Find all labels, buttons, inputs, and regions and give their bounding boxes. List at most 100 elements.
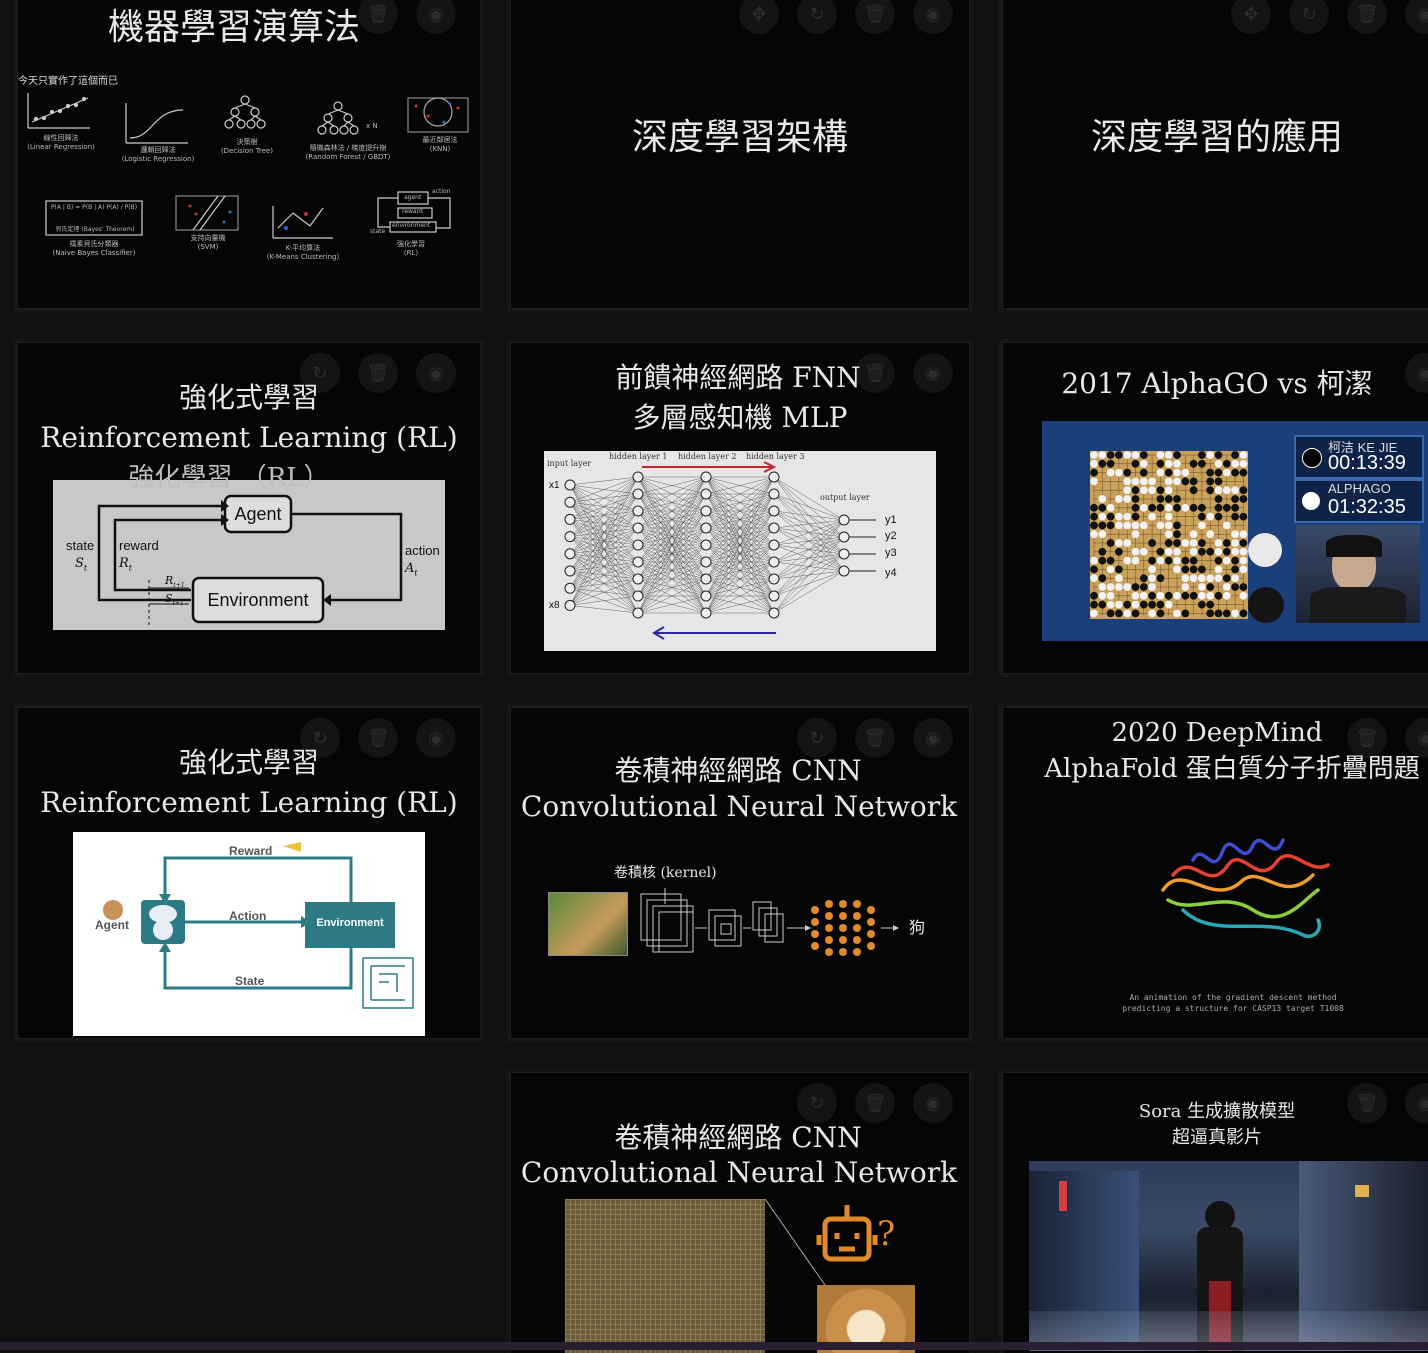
black-stone <box>1139 451 1148 459</box>
trash-icon[interactable]: 🗑 <box>1347 0 1387 34</box>
slide-title-line1: 卷積神經網路 CNN <box>614 1121 862 1154</box>
move-icon[interactable]: ✥ <box>739 0 779 34</box>
slide-3[interactable]: ✥ ↻ 🗑 ◉ 深度學習的應用 <box>1003 0 1428 308</box>
white-stone <box>1173 477 1181 486</box>
slide-overlay-text: 強化學習 （RL） <box>128 463 330 493</box>
white-stone <box>1206 591 1215 600</box>
slide-toolbar: ↻ 🗑 ◉ <box>797 718 953 758</box>
neuron <box>632 488 644 500</box>
neuron <box>768 505 780 517</box>
black-stone <box>1206 547 1215 556</box>
trash-icon[interactable]: 🗑 <box>855 718 895 758</box>
white-stone <box>1181 468 1190 477</box>
action-label: Action <box>229 909 267 923</box>
rl-diagram: Agent Environment state St reward Rt act… <box>53 480 445 630</box>
state-symbol: St <box>75 556 88 573</box>
black-stone <box>1106 556 1115 565</box>
slide-4[interactable]: ↻ 🗑 ◉ 強化式學習 Reinforcement Learning (RL) … <box>18 343 480 673</box>
black-stone <box>1106 451 1115 459</box>
eye-icon[interactable]: ◉ <box>913 718 953 758</box>
white-stone <box>1098 495 1107 503</box>
neuron <box>768 607 780 619</box>
white-stone <box>1239 556 1248 565</box>
white-stone <box>1231 530 1239 539</box>
neuron <box>700 590 712 602</box>
white-stone <box>1123 609 1132 618</box>
white-stone <box>1189 574 1198 583</box>
black-stone <box>1198 565 1206 574</box>
slide-9[interactable]: 🗑 ◉ 2020 DeepMind AlphaFold 蛋白質分子折疊問題 An… <box>1003 708 1428 1038</box>
white-stone <box>1106 591 1115 600</box>
neuron <box>632 539 644 551</box>
eye-icon[interactable]: ◉ <box>1405 0 1428 34</box>
black-stone <box>1222 459 1231 468</box>
slide-11[interactable]: 🗑 ◉ Sora 生成擴散模型 超逼真影片 <box>1003 1073 1428 1353</box>
black-stone <box>1156 547 1165 556</box>
black-stone <box>1222 574 1231 583</box>
slide-10[interactable]: ↻ 🗑 ◉ 卷積神經網路 CNN Convolutional Neural Ne… <box>511 1073 969 1353</box>
output-y3: y3 <box>885 547 897 559</box>
neuron <box>632 590 644 602</box>
slide-toolbar: ↻ 🗑 ◉ <box>797 1083 953 1123</box>
black-stone <box>1106 521 1115 530</box>
white-stone <box>1173 468 1181 477</box>
move-icon[interactable]: ✥ <box>1231 0 1271 34</box>
black-stone <box>1148 503 1156 512</box>
algo-label-1: 線性回歸法 (Linear Regression) <box>27 134 95 152</box>
rotate-icon[interactable]: ↻ <box>797 1083 837 1123</box>
neuron <box>700 488 712 500</box>
trash-icon[interactable]: 🗑 <box>855 0 895 34</box>
backprop-arrow <box>652 626 776 640</box>
slide-7[interactable]: ↻ 🗑 ◉ 強化式學習 Reinforcement Learning (RL) … <box>18 708 480 1038</box>
forward-arrow <box>642 461 777 473</box>
slide-toolbar: ✥ ↻ 🗑 ◉ <box>739 0 953 34</box>
slide-5[interactable]: 🗑 ◉ 前饋神經網路 FNN 多層感知機 MLP input layer hid… <box>511 343 969 673</box>
neuron <box>632 573 644 585</box>
black-stone <box>1131 503 1140 512</box>
black-stone <box>1231 503 1239 512</box>
rotate-icon[interactable]: ↻ <box>797 718 837 758</box>
pixel-grid-image <box>565 1199 765 1353</box>
eye-icon[interactable]: ◉ <box>913 1083 953 1123</box>
connection <box>569 476 639 520</box>
input-layer-label: input layer <box>547 459 592 468</box>
black-stone <box>1214 512 1223 521</box>
connection <box>569 493 639 606</box>
white-stone <box>1206 451 1215 459</box>
white-stone <box>1231 547 1239 556</box>
black-stone <box>1148 556 1156 565</box>
white-stone <box>1106 503 1115 512</box>
hidden-layer-1-label: hidden layer 1 <box>609 452 668 461</box>
rotate-icon[interactable]: ↻ <box>797 0 837 34</box>
white-stone <box>1198 591 1206 600</box>
neuron <box>768 471 780 483</box>
white-stone <box>1173 556 1181 565</box>
slide-8[interactable]: ↻ 🗑 ◉ 卷積神經網路 CNN Convolutional Neural Ne… <box>511 708 969 1038</box>
slide-title-line2: Convolutional Neural Network <box>520 1156 958 1189</box>
black-stone <box>1173 530 1181 539</box>
black-stone <box>1239 583 1248 591</box>
trash-icon[interactable]: 🗑 <box>855 1083 895 1123</box>
black-stone <box>1131 459 1140 468</box>
black-stone <box>1189 556 1198 565</box>
black-stone <box>1231 512 1239 521</box>
neuron <box>700 556 712 568</box>
slide-6[interactable]: ◉ 2017 AlphaGO vs 柯潔 柯洁 KE JIE 00:13:39 … <box>1003 343 1428 673</box>
white-stone <box>1123 556 1132 565</box>
slide-title-line2: Reinforcement Learning (RL) <box>40 421 458 454</box>
black-stone <box>1098 503 1107 512</box>
eye-icon[interactable]: ◉ <box>913 0 953 34</box>
white-stone <box>1123 583 1132 591</box>
black-stone <box>1098 521 1107 530</box>
connection <box>773 519 845 597</box>
black-stone <box>1239 609 1248 618</box>
player-clock: 00:13:39 <box>1328 452 1406 474</box>
white-stone <box>1139 591 1148 600</box>
white-stone <box>1164 512 1173 521</box>
white-stone <box>1115 539 1123 547</box>
rotate-icon[interactable]: ↻ <box>1289 0 1329 34</box>
white-stone <box>1115 468 1123 477</box>
fc-node <box>825 948 833 956</box>
slide-1[interactable]: 🗑 ◉ 機器學習演算法 今天只實作了這個而已 線性回歸法 (Linear Reg… <box>18 0 480 308</box>
slide-2[interactable]: ✥ ↻ 🗑 ◉ 深度學習架構 <box>511 0 969 308</box>
